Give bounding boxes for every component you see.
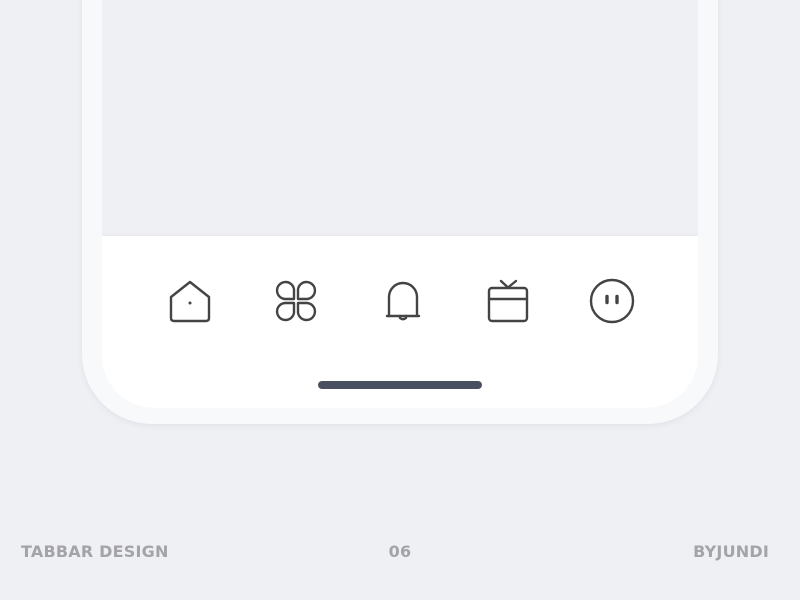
- home-icon: [169, 280, 211, 323]
- clover-icon: [275, 280, 317, 322]
- tab-apps[interactable]: [268, 273, 324, 329]
- tab-home[interactable]: [162, 273, 218, 329]
- phone-frame: [82, 0, 718, 424]
- home-indicator[interactable]: [318, 381, 482, 389]
- bell-icon: [385, 281, 421, 321]
- tab-bar: [102, 236, 698, 408]
- content-area: [102, 0, 698, 236]
- design-number: 06: [388, 542, 412, 561]
- tab-tv[interactable]: [480, 273, 536, 329]
- face-icon: [589, 278, 635, 324]
- author-credit: BYJUNDI: [693, 542, 769, 561]
- phone-screen: [102, 0, 698, 408]
- tab-profile[interactable]: [584, 273, 640, 329]
- tab-notifications[interactable]: [375, 273, 431, 329]
- footer: TABBAR DESIGN 06 BYJUNDI: [0, 540, 800, 564]
- tv-icon: [487, 279, 529, 323]
